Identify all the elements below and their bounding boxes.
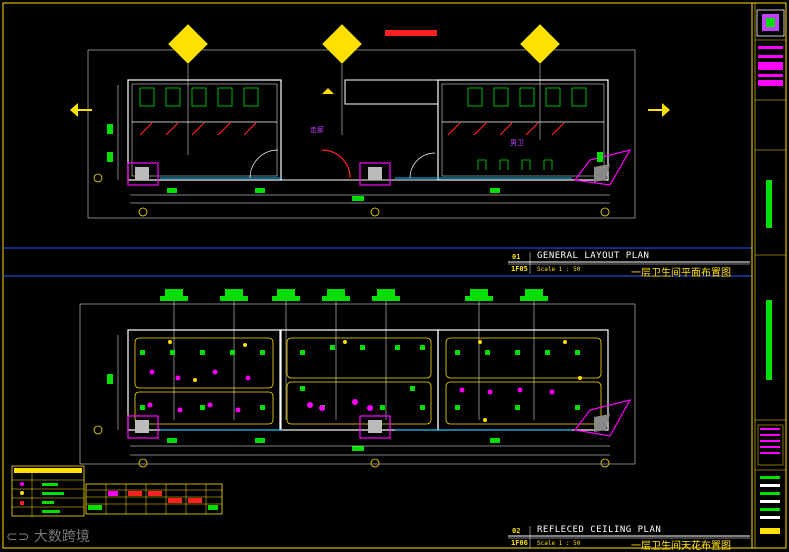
plan1-title: GENERAL LAYOUT PLAN xyxy=(537,251,650,261)
side-markers xyxy=(70,88,670,117)
dimension-tags-plan1 xyxy=(107,124,603,201)
reflected-ceiling-plan xyxy=(79,289,636,468)
watermark-text: 大数跨境 xyxy=(33,529,90,545)
exhaust-fans xyxy=(147,369,555,413)
section-markers-top xyxy=(167,23,561,65)
room-label-mens: 男卫 xyxy=(510,139,524,147)
plan1-scale: Scale 1 : 50 xyxy=(537,266,581,273)
plan2-number: 02 xyxy=(512,527,521,535)
stalls-left xyxy=(139,87,259,107)
stall-doors-right xyxy=(447,122,565,136)
schedule-table xyxy=(85,483,223,515)
door-swings xyxy=(249,149,436,179)
title-block xyxy=(755,9,786,534)
room-label-corridor: 走廊 xyxy=(310,126,324,134)
ceiling-section-markers xyxy=(160,289,548,301)
watermark-logo-icon: ⊂⊃ xyxy=(6,529,34,545)
legend-table xyxy=(11,465,85,517)
general-layout-plan xyxy=(70,23,670,219)
grid-bubbles-plan2 xyxy=(93,425,610,468)
plan1-sheet-ref: 1F05 xyxy=(511,265,528,273)
dimension-lines-plan2 xyxy=(117,335,610,456)
urinals xyxy=(477,159,553,170)
plan2-title: REFLECED CEILING PLAN xyxy=(537,525,662,535)
stalls-right xyxy=(467,87,587,107)
plan2-sheet-ref: 1F06 xyxy=(511,539,528,547)
plan2-title-cn: 一层卫生间天花布置图 xyxy=(631,541,731,552)
section-marker-lines xyxy=(187,64,541,155)
dimension-tags-plan2 xyxy=(107,374,500,451)
plan2-scale: Scale 1 : 50 xyxy=(537,540,581,547)
plan1-number: 01 xyxy=(512,253,521,261)
light-fixtures xyxy=(140,345,580,410)
plan1-title-cn: 一层卫生间平面布置图 xyxy=(631,268,731,279)
stall-doors-left xyxy=(139,122,257,136)
red-note-bar xyxy=(385,30,437,36)
watermark: ⊂⊃ 大数跨境 xyxy=(6,526,90,546)
